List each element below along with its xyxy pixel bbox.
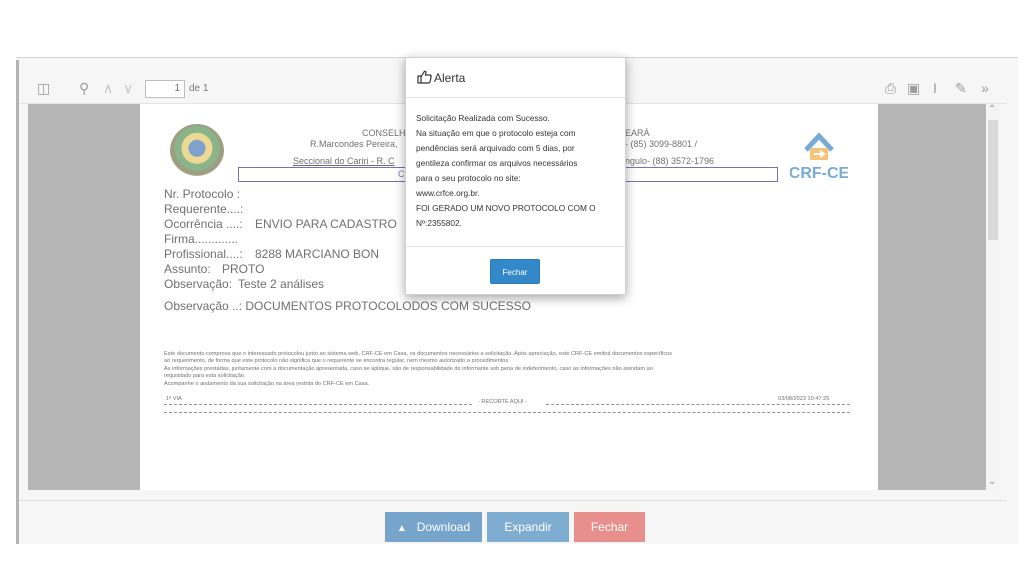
hand-pointer-icon xyxy=(417,70,432,84)
download-icon: ▲ xyxy=(396,523,407,534)
alert-line-3: pendências será arquivado com 5 dias, po… xyxy=(416,143,575,153)
alert-line-2: Na situação em que o protocolo esteja co… xyxy=(416,128,576,138)
header-line-2-right: - (85) 3099-8801 / xyxy=(625,139,698,149)
field-label-requerente: Requerente....: xyxy=(164,202,244,216)
footer-line-3: As informações prestadas, juntamente com… xyxy=(164,366,653,372)
footer-line-5: Acompanhe o andamento da sua solicitação… xyxy=(164,381,370,387)
field-value-assunto: PROTO xyxy=(222,262,265,276)
alert-footer: Fechar xyxy=(406,246,625,294)
header-line-2: R.Marcondes Pereira, xyxy=(310,139,398,149)
crf-ce-logo: CRF-CE xyxy=(790,132,848,182)
alert-line-5: para o seu protocolo no site: xyxy=(416,173,521,183)
scroll-down-icon[interactable]: ⌄ xyxy=(988,476,996,487)
footer-line-4: requisitado para esta solicitação. xyxy=(164,373,246,379)
field-value-observacao: Teste 2 análises xyxy=(238,277,325,291)
footer-line-2: ao requerimento, de forma que este proto… xyxy=(164,358,510,364)
header-line-3-right: ngulo- (88) 3572-1796 xyxy=(625,156,715,166)
window-edge xyxy=(16,60,19,544)
print-icon[interactable]: ⎙ xyxy=(885,80,896,96)
header-line-1-right: EARÁ xyxy=(625,128,650,138)
field-label-observacao: Observação: xyxy=(164,277,233,291)
sidebar-toggle-icon[interactable]: ◫ xyxy=(37,80,50,96)
alert-title: Alerta xyxy=(434,71,466,85)
previous-page-icon[interactable]: ∧ xyxy=(103,80,113,96)
header-line-1: CONSELH xyxy=(362,128,406,138)
download-label: Download xyxy=(416,520,471,534)
scroll-up-icon[interactable]: ⌃ xyxy=(988,104,996,115)
header-box-text: C xyxy=(398,169,405,179)
field-label-protocolo: Nr. Protocolo : xyxy=(164,187,241,201)
alert-line-4: gentileza confirmar os arquivos necessár… xyxy=(416,158,578,168)
alert-line-8: Nº:2355802. xyxy=(416,218,462,228)
scrollbar[interactable]: ⌃ ⌄ xyxy=(986,104,1000,490)
field-label-assunto: Assunto: xyxy=(164,262,211,276)
field-value-profissional: 8288 MARCIANO BON xyxy=(255,247,380,261)
page-count: de 1 xyxy=(189,83,209,94)
header-line-3: Seccional do Cariri - R. C xyxy=(293,156,395,166)
observacao-success: Observação ..: DOCUMENTOS PROTOCOLODOS C… xyxy=(164,299,531,313)
alert-header: Alerta xyxy=(406,58,625,98)
cut-line-bottom xyxy=(164,412,850,413)
close-button[interactable]: Fechar xyxy=(574,512,645,542)
save-icon[interactable]: ▣ xyxy=(907,80,920,96)
field-label-profissional: Profissional....: xyxy=(164,247,243,261)
alert-dialog: Alerta Solicitação Realizada com Sucesso… xyxy=(405,57,626,295)
alert-message: Solicitação Realizada com Sucesso. Na si… xyxy=(416,111,616,231)
field-label-firma: Firma............. xyxy=(164,232,239,246)
cut-here-label: - RECORTE AQUI - xyxy=(478,399,528,405)
cut-line-left xyxy=(164,404,472,405)
alert-line-7: FOI GERADO UM NOVO PROTOCOLO COM O xyxy=(416,203,596,213)
via-label: 1ª VIA xyxy=(166,396,182,402)
next-page-icon[interactable]: ∨ xyxy=(123,80,133,96)
cut-line-right xyxy=(546,404,850,405)
field-value-ocorrencia: ENVIO PARA CADASTRO xyxy=(255,217,397,231)
alert-close-button[interactable]: Fechar xyxy=(490,259,540,284)
search-icon[interactable]: ⚲ xyxy=(79,80,89,96)
alert-line-6: www.crfce.org.br. xyxy=(416,188,480,198)
download-button[interactable]: ▲ Download xyxy=(385,512,482,542)
scroll-thumb[interactable] xyxy=(988,120,998,240)
coat-of-arms-logo xyxy=(170,124,224,178)
more-tools-icon[interactable]: » xyxy=(981,80,989,96)
expand-button[interactable]: Expandir xyxy=(487,512,569,542)
field-label-ocorrencia: Ocorrência ....: xyxy=(164,217,243,231)
crf-ce-logo-text: CRF-CE xyxy=(790,165,848,182)
document-timestamp: 03/08/2023 10:47:25 xyxy=(778,396,830,402)
text-select-icon[interactable]: I xyxy=(933,80,937,96)
draw-icon[interactable]: ✎ xyxy=(955,80,967,96)
page-number-input[interactable]: 1 xyxy=(145,80,185,98)
footer-line-1: Este documento comprova que o interessad… xyxy=(164,351,673,357)
alert-line-1: Solicitação Realizada com Sucesso. xyxy=(416,113,550,123)
